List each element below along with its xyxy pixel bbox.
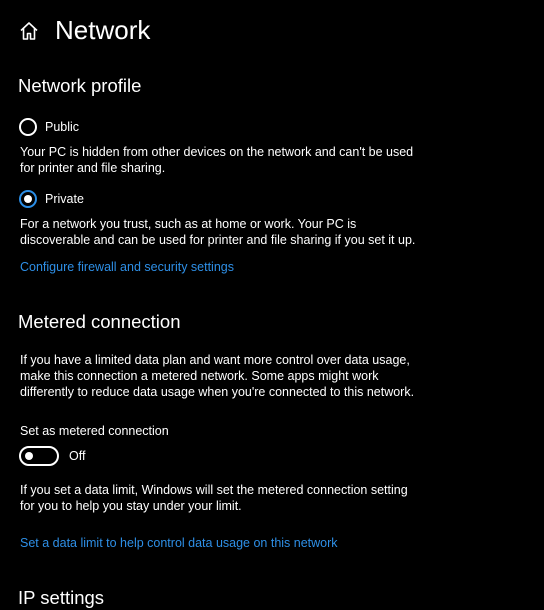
public-radio-label[interactable]: Public [45,120,79,134]
public-radio[interactable]: Public [19,117,79,137]
home-icon[interactable] [18,20,40,42]
toggle-knob [25,452,33,460]
data-limit-note: If you set a data limit, Windows will se… [20,483,408,513]
radio-selected-dot [24,195,32,203]
private-radio[interactable]: Private [19,189,84,209]
ip-settings-heading: IP settings [18,587,105,608]
public-radio-circle[interactable] [19,118,37,136]
metered-toggle-label: Set as metered connection [20,424,169,438]
network-profile-heading: Network profile [18,75,142,96]
metered-toggle-state: Off [69,449,86,463]
private-radio-label[interactable]: Private [45,192,84,206]
metered-toggle-switch[interactable] [19,446,59,466]
metered-connection-heading: Metered connection [18,311,181,332]
configure-firewall-link[interactable]: Configure firewall and security settings [20,259,234,275]
metered-description: If you have a limited data plan and want… [20,353,415,399]
public-description: Your PC is hidden from other devices on … [20,145,414,175]
page-title: Network [55,15,151,45]
private-radio-circle[interactable] [19,190,37,208]
metered-toggle-row[interactable]: Off [19,446,85,466]
page-header: Network [0,0,544,62]
private-description: For a network you trust, such as at home… [20,217,416,247]
set-data-limit-link[interactable]: Set a data limit to help control data us… [20,535,338,551]
